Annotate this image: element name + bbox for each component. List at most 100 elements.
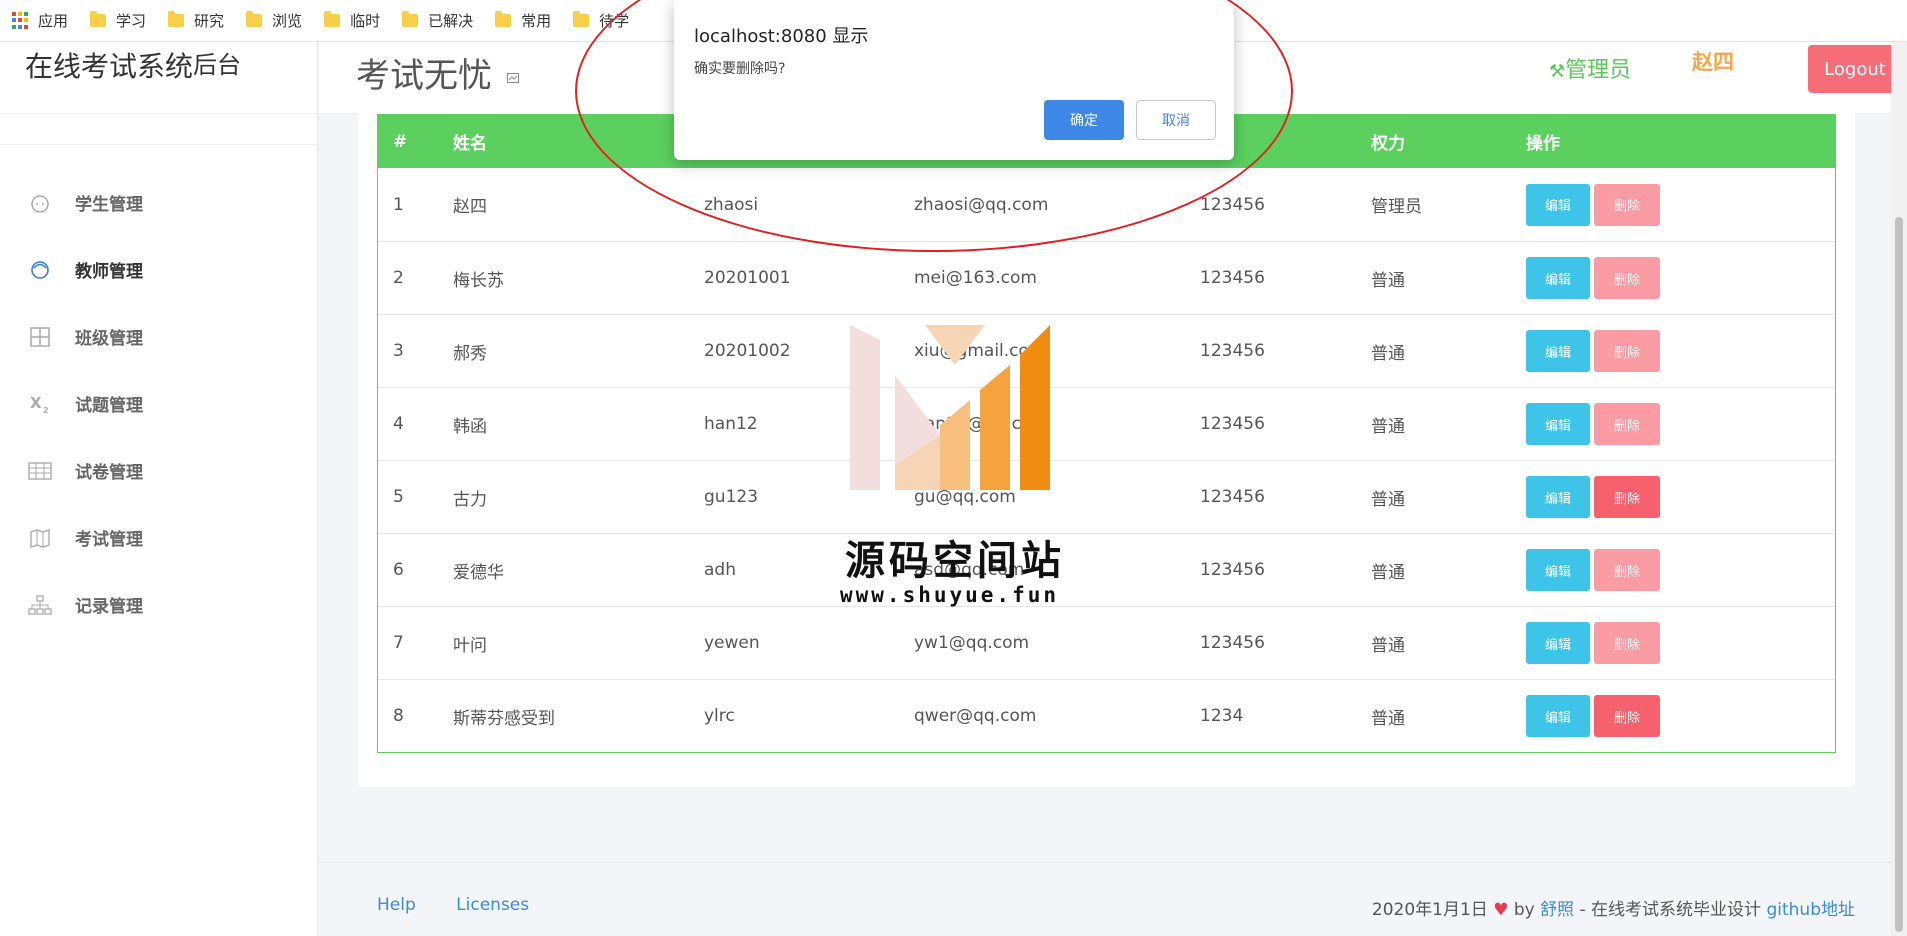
sidebar-item-0[interactable]: 学生管理 [0, 169, 317, 236]
sidebar-item-1[interactable]: 教师管理 [0, 236, 317, 303]
sidebar-divider [0, 144, 317, 145]
cell-email: zhaosi@qq.com [914, 194, 1049, 215]
cell-role: 普通 [1371, 635, 1405, 656]
bookmark-0[interactable]: 应用 [12, 10, 68, 31]
table-row: 7 叶问 yewen yw1@qq.com 123456 普通 编辑 删除 [378, 606, 1835, 679]
cell-role: 普通 [1371, 416, 1405, 437]
edit-button[interactable]: 编辑 [1526, 403, 1590, 445]
sidebar-item-label: 教师管理 [75, 262, 143, 282]
brand-sub: 后台 [193, 51, 242, 79]
bookmark-label: 临时 [350, 12, 381, 30]
bookmark-7[interactable]: 待学 [573, 10, 629, 31]
table-row: 6 爱德华 adh asd@qq.com 123456 普通 编辑 删除 [378, 533, 1835, 606]
student-face-icon [28, 191, 52, 215]
confirm-cancel-button[interactable]: 取消 [1136, 100, 1216, 140]
bookmark-5[interactable]: 已解决 [402, 10, 473, 31]
bookmark-label: 学习 [116, 12, 147, 30]
cell-email: mei@163.com [914, 268, 1037, 288]
footer-copyright: 2020年1月1日 ♥ by 舒照 - 在线考试系统毕业设计 github地址 [1372, 895, 1855, 920]
cell-email: yw1@qq.com [914, 633, 1030, 653]
cell-password: 123456 [1200, 414, 1265, 434]
github-link[interactable]: github地址 [1766, 900, 1855, 920]
delete-button[interactable]: 删除 [1594, 695, 1660, 737]
cell-role: 普通 [1371, 562, 1405, 583]
cell-actions: 编辑 删除 [1526, 330, 1660, 372]
org-chart-icon [28, 593, 52, 617]
cell-role: 管理员 [1371, 197, 1422, 217]
edit-button[interactable]: 编辑 [1526, 549, 1590, 591]
page-scrollbar[interactable] [1891, 42, 1907, 936]
sidebar-item-2[interactable]: 班级管理 [0, 303, 317, 370]
bookmark-3[interactable]: 浏览 [246, 10, 302, 31]
cell-password: 123456 [1200, 633, 1265, 653]
cell-account: zhaosi [704, 194, 759, 215]
col-role: 权力 [1371, 134, 1405, 154]
bookmark-label: 待学 [599, 12, 630, 30]
sidebar-item-5[interactable]: 考试管理 [0, 504, 317, 571]
map-icon [28, 526, 52, 550]
folder-icon [495, 11, 512, 27]
admin-role[interactable]: ⚒管理员 [1549, 52, 1631, 84]
cell-index: 3 [393, 341, 404, 361]
cell-index: 6 [393, 560, 404, 580]
help-link[interactable]: Help [377, 895, 416, 915]
sidebar-item-label: 班级管理 [75, 329, 143, 349]
delete-button[interactable]: 删除 [1594, 330, 1660, 372]
confirm-ok-button[interactable]: 确定 [1044, 100, 1124, 140]
cell-index: 1 [393, 194, 404, 215]
apps-grid-icon [12, 11, 30, 30]
bookmark-1[interactable]: 学习 [90, 10, 146, 31]
table-body: 1 赵四 zhaosi zhaosi@qq.com 123456 管理员 编辑 删除 2 梅长苏 2… [378, 168, 1835, 752]
edit-button[interactable]: 编辑 [1526, 257, 1590, 299]
edit-button[interactable]: 编辑 [1526, 695, 1590, 737]
hammer-icon: ⚒ [1549, 61, 1566, 82]
delete-button[interactable]: 删除 [1594, 257, 1660, 299]
folder-icon [402, 11, 419, 27]
delete-button[interactable]: 删除 [1594, 183, 1660, 226]
brand-main: 在线考试系统 [25, 50, 194, 83]
col-index: # [393, 131, 408, 152]
bookmark-4[interactable]: 临时 [324, 10, 380, 31]
delete-button[interactable]: 删除 [1594, 476, 1660, 518]
sidebar-item-4[interactable]: 试卷管理 [0, 437, 317, 504]
cell-password: 1234 [1200, 706, 1244, 726]
edit-button[interactable]: 编辑 [1526, 330, 1590, 372]
scrollbar-thumb[interactable] [1895, 217, 1903, 932]
cell-index: 8 [393, 706, 404, 726]
delete-button[interactable]: 删除 [1594, 549, 1660, 591]
col-name: 姓名 [453, 134, 487, 154]
cell-email: qwer@qq.com [914, 706, 1037, 726]
logout-button[interactable]: Logout [1808, 45, 1902, 93]
footer-by: by [1513, 900, 1535, 920]
cell-role: 普通 [1371, 708, 1405, 729]
sidebar-item-label: 学生管理 [75, 195, 143, 215]
sidebar-item-label: 记录管理 [75, 597, 143, 617]
author-link[interactable]: 舒照 [1540, 900, 1574, 920]
sidebar-item-6[interactable]: 记录管理 [0, 571, 317, 638]
brand-title: 在线考试系统 后台 [0, 42, 317, 114]
sidebar-item-3[interactable]: X 2 试题管理 [0, 370, 317, 437]
page-title-text: 考试无忧 [356, 56, 492, 96]
bookmark-2[interactable]: 研究 [168, 10, 224, 31]
cell-name: 赵四 [453, 197, 487, 217]
edit-button[interactable]: 编辑 [1526, 622, 1590, 664]
footer: Help Licenses 2020年1月1日 ♥ by 舒照 - 在线考试系统… [319, 862, 1907, 936]
edit-button[interactable]: 编辑 [1526, 476, 1590, 518]
bookmark-6[interactable]: 常用 [495, 10, 551, 31]
edit-button[interactable]: 编辑 [1526, 183, 1590, 226]
delete-button[interactable]: 删除 [1594, 403, 1660, 445]
teacher-table: # 姓名 码 权力 操作 1赵四zhaosizhaosi@qq.com12345… [377, 114, 1836, 753]
cell-index: 2 [393, 268, 404, 288]
bookmark-label: 浏览 [272, 12, 303, 30]
licenses-link[interactable]: Licenses [456, 895, 529, 915]
cell-actions: 编辑 删除 [1526, 476, 1660, 518]
bookmark-label: 常用 [521, 12, 552, 30]
table-row: 2 梅长苏 20201001 mei@163.com 123456 普通 编辑 删除 [378, 241, 1835, 314]
table-row: 3 郝秀 20201002 xiu@gmail.com 123456 普通 编辑 删除 [378, 314, 1835, 387]
svg-text:2: 2 [43, 406, 49, 415]
bookmark-label: 研究 [194, 12, 225, 30]
teacher-face-icon [28, 258, 52, 282]
folder-icon [246, 11, 263, 27]
delete-button[interactable]: 删除 [1594, 622, 1660, 664]
admin-role-label: 管理员 [1565, 58, 1632, 83]
